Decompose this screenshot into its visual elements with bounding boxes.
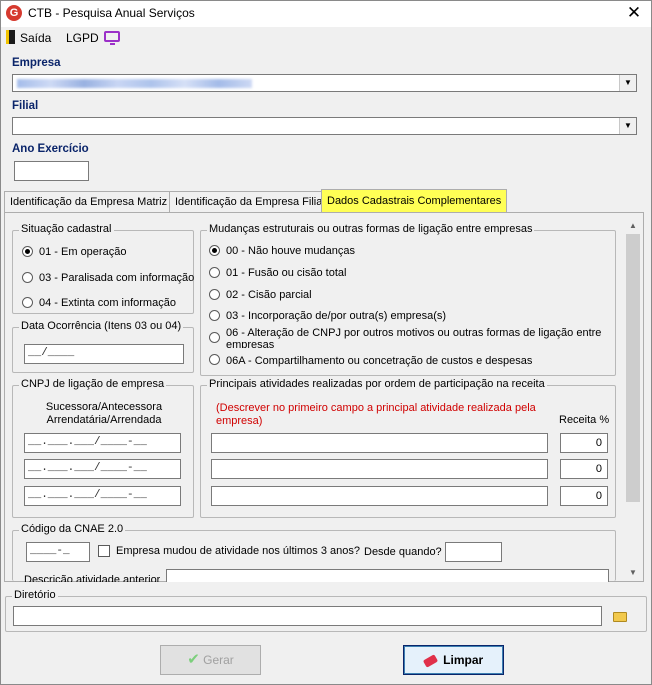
mudancas-radio-01[interactable] [209,267,220,278]
eraser-icon [422,654,438,668]
atividades-title: Principais atividades realizadas por ord… [207,378,547,390]
cnpj-input-3[interactable]: __.___.___/____-__ [24,486,181,506]
situacao-radio-04[interactable] [22,297,33,308]
tab-dados-cadastrais[interactable]: Dados Cadastrais Complementares [321,189,508,213]
situacao-label-04: 04 - Extinta com informação [39,297,176,309]
tab-empresa-matriz[interactable]: Identificação da Empresa Matriz [4,191,174,213]
cnae-title: Código da CNAE 2.0 [19,523,126,535]
mudancas-title: Mudanças estruturais ou outras formas de… [207,223,535,235]
desde-quando-label: Desde quando? [364,546,442,558]
checkmark-icon: ✔ [187,651,200,668]
cnpj-ligacao-subtitle: Sucessora/Antecessora Arrendatária/Arren… [45,401,163,426]
scroll-thumb[interactable] [626,234,640,502]
close-icon[interactable]: ✕ [624,3,644,23]
receita-input-3[interactable]: 0 [560,486,608,506]
folder-open-icon[interactable] [613,612,627,622]
app-logo-icon: G [6,5,22,21]
filial-select[interactable]: ▼ [12,117,637,135]
limpar-button[interactable]: Limpar [403,645,504,675]
data-ocorrencia-input[interactable]: __/____ [24,344,184,364]
tab-empresa-filial[interactable]: Identificação da Empresa Filial [169,191,331,213]
mudancas-label-01: 01 - Fusão ou cisão total [226,267,347,279]
descricao-anterior-label: Descrição atividade anterior [24,574,161,582]
situacao-title: Situação cadastral [19,223,114,235]
diretorio-input[interactable] [13,606,602,626]
atividades-instruction: (Descrever no primeiro campo a principal… [216,402,536,427]
mudancas-label-02: 02 - Cisão parcial [226,289,312,301]
filial-label: Filial [12,100,39,112]
mudou-atividade-checkbox[interactable] [98,545,110,557]
ano-exercicio-input[interactable] [14,161,89,181]
mudancas-radio-06[interactable] [209,332,220,343]
receita-input-1[interactable]: 0 [560,433,608,453]
lgpd-button[interactable]: LGPD [66,31,99,45]
situacao-label-03: 03 - Paralisada com informação [39,272,195,284]
atividade-input-2[interactable] [211,459,548,479]
empresa-select[interactable]: ▼ [12,74,637,92]
gerar-button[interactable]: ✔ Gerar [160,645,261,675]
scroll-up-icon[interactable]: ▲ [625,219,641,233]
cnpj-input-1[interactable]: __.___.___/____-__ [24,433,181,453]
cnpj-ligacao-title: CNPJ de ligação de empresa [19,378,167,390]
situacao-label-01: 01 - Em operação [39,246,127,258]
atividade-input-3[interactable] [211,486,548,506]
empresa-label: Empresa [12,57,61,69]
descricao-anterior-input[interactable] [166,569,609,582]
atividade-input-1[interactable] [211,433,548,453]
diretorio-title: Diretório [12,589,58,601]
receita-input-2[interactable]: 0 [560,459,608,479]
mudancas-label-00: 00 - Não houve mudanças [226,245,356,257]
chevron-down-icon[interactable]: ▼ [619,118,636,134]
chevron-down-icon[interactable]: ▼ [619,75,636,91]
receita-header: Receita % [559,414,610,426]
saida-button[interactable]: Saída [20,31,51,45]
monitor-icon[interactable] [104,31,120,45]
desde-quando-input[interactable] [445,542,502,562]
window-title: CTB - Pesquisa Anual Serviços [28,6,195,20]
mudancas-label-06a: 06A - Compartilhamento ou concetração de… [226,355,533,367]
gerar-label: Gerar [203,653,234,667]
data-ocorrencia-title: Data Ocorrência (Itens 03 ou 04) [19,320,184,332]
cnpj-input-2[interactable]: __.___.___/____-__ [24,459,181,479]
mudancas-radio-02[interactable] [209,289,220,300]
empresa-selected-value [17,79,252,88]
cnae-code-input[interactable]: ____-_ [26,542,90,562]
mudancas-radio-06a[interactable] [209,354,220,365]
situacao-radio-01[interactable] [22,246,33,257]
mudancas-radio-03[interactable] [209,310,220,321]
mudou-atividade-label: Empresa mudou de atividade nos últimos 3… [116,545,360,557]
mudancas-label-03: 03 - Incorporação de/por outra(s) empres… [226,310,447,322]
situacao-radio-03[interactable] [22,272,33,283]
mudancas-radio-00[interactable] [209,245,220,256]
mudancas-label-06: 06 - Alteração de CNPJ por outros motivo… [226,327,602,348]
exit-door-icon[interactable] [6,30,15,44]
scroll-down-icon[interactable]: ▼ [625,566,641,580]
limpar-label: Limpar [443,653,484,667]
ano-exercicio-label: Ano Exercício [12,143,89,155]
